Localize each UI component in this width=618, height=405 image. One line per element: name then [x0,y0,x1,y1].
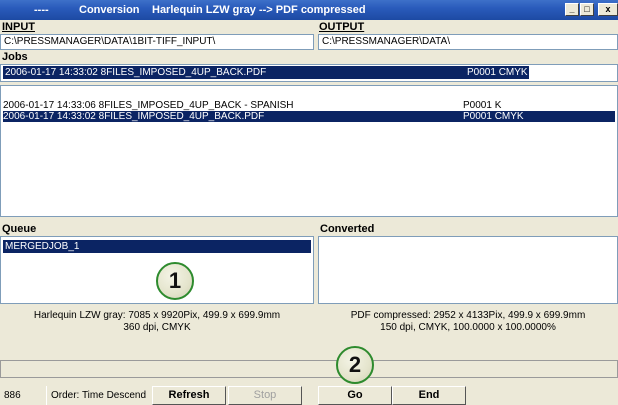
maximize-button[interactable]: □ [580,3,594,16]
callout-2: 2 [336,346,374,384]
title-bar[interactable]: ---- Conversion Harlequin LZW gray --> P… [0,0,618,20]
input-label: INPUT [2,21,35,33]
refresh-button[interactable]: Refresh [152,386,226,405]
window-title: Harlequin LZW gray --> PDF compressed [152,4,366,16]
close-button[interactable]: x [598,3,618,16]
job-profile: P0001 CMYK [463,111,524,122]
converted-info-line1: PDF compressed: 2952 x 4133Pix, 499.9 x … [350,310,586,321]
current-job-name: 2006-01-17 14:33:02 8FILES_IMPOSED_4UP_B… [5,67,267,78]
queue-label: Queue [2,223,37,235]
job-name: 2006-01-17 14:33:02 8FILES_IMPOSED_4UP_B… [3,111,265,122]
current-job-highlight: 2006-01-17 14:33:02 8FILES_IMPOSED_4UP_B… [3,66,529,79]
queue-item[interactable]: MERGEDJOB_1 [3,240,311,253]
job-name: 2006-01-17 14:33:06 8FILES_IMPOSED_4UP_B… [3,100,294,111]
end-button[interactable]: End [392,386,466,405]
job-profile: P0001 K [463,100,502,111]
queue-item-name: MERGEDJOB_1 [5,241,80,252]
jobs-list[interactable]: 2006-01-17 14:33:06 8FILES_IMPOSED_4UP_B… [0,85,618,217]
queue-list[interactable]: MERGEDJOB_1 [0,236,314,304]
queue-info-line2: 360 dpi, CMYK [123,322,191,333]
title-prefix: ---- [34,4,49,16]
current-job-profile: P0001 CMYK [467,67,528,78]
output-label: OUTPUT [319,21,365,33]
stop-button[interactable]: Stop [228,386,302,405]
callout-1: 1 [156,262,194,300]
converted-list[interactable] [318,236,618,304]
queue-info: Harlequin LZW gray: 7085 x 9920Pix, 499.… [0,310,314,334]
job-row-selected[interactable]: 2006-01-17 14:33:02 8FILES_IMPOSED_4UP_B… [3,111,615,122]
jobs-label: Jobs [2,51,28,63]
input-path-field[interactable]: C:\PRESSMANAGER\DATA\1BIT-TIFF_INPUT\ [0,34,314,50]
job-count: 886 [4,390,21,401]
progress-bar [0,360,618,378]
current-job-field[interactable]: 2006-01-17 14:33:02 8FILES_IMPOSED_4UP_B… [0,64,618,82]
converted-info-line2: 150 dpi, CMYK, 100.0000 x 100.0000% [380,322,556,333]
queue-info-line1: Harlequin LZW gray: 7085 x 9920Pix, 499.… [33,310,281,321]
go-button[interactable]: Go [318,386,392,405]
sort-order[interactable]: Order: Time Descend [46,386,150,405]
converted-info: PDF compressed: 2952 x 4133Pix, 499.9 x … [318,310,618,334]
conversion-window: ---- Conversion Harlequin LZW gray --> P… [0,0,618,405]
minimize-button[interactable]: _ [565,3,579,16]
title-mode: Conversion [79,4,140,16]
converted-label: Converted [320,223,375,235]
output-path-field[interactable]: C:\PRESSMANAGER\DATA\ [318,34,618,50]
